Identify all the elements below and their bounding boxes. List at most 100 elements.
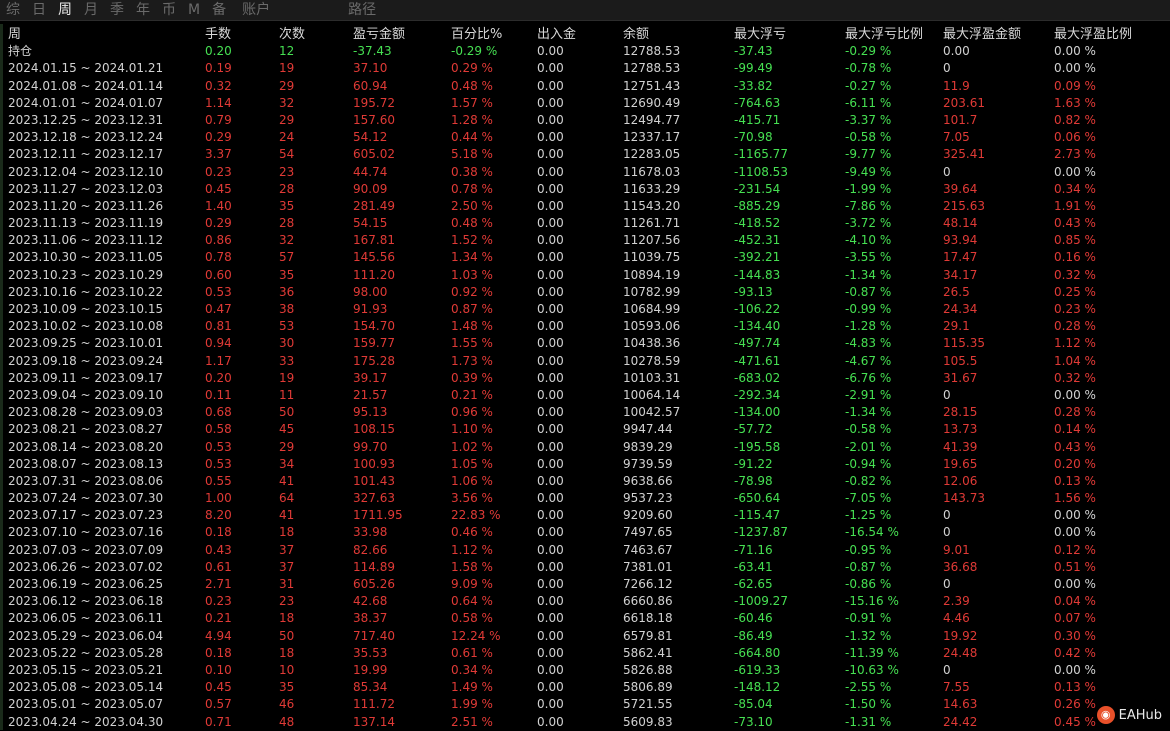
- cell-col-1: 0.19: [205, 61, 232, 76]
- cell-col-1: 0.78: [205, 250, 232, 265]
- column-header-6[interactable]: 余额: [623, 26, 649, 43]
- tab-4[interactable]: 季: [104, 0, 130, 20]
- cell-col-5: 0.00: [537, 559, 564, 574]
- column-header-5[interactable]: 出入金: [537, 26, 576, 43]
- cell-col-7: -650.64: [734, 491, 781, 506]
- cell-col-3: -37.43: [353, 44, 392, 59]
- cell-col-6: 10438.36: [623, 336, 681, 351]
- cell-col-3: 159.77: [353, 336, 395, 351]
- cell-col-7: -392.21: [734, 250, 781, 265]
- cell-col-8: -6.76 %: [845, 370, 892, 385]
- cell-col-10: 0.85 %: [1054, 233, 1096, 248]
- column-header-3[interactable]: 盈亏金额: [353, 26, 405, 43]
- tab-5[interactable]: 年: [130, 0, 156, 20]
- cell-col-2: 41: [279, 473, 295, 488]
- cell-col-7: -1108.53: [734, 164, 788, 179]
- column-header-0[interactable]: 周: [8, 26, 21, 43]
- column-header-7[interactable]: 最大浮亏: [734, 26, 786, 43]
- column-header-10[interactable]: 最大浮盈比例: [1054, 26, 1132, 43]
- tab-1[interactable]: 日: [26, 0, 52, 20]
- cell-col-5: 0.00: [537, 44, 564, 59]
- cell-col-5: 0.00: [537, 525, 564, 540]
- cell-col-3: 717.40: [353, 628, 395, 643]
- cell-col-5: 0.00: [537, 370, 564, 385]
- cell-col-4: 1.99 %: [451, 697, 493, 712]
- cell-col-0: 2023.09.18 ~ 2023.09.24: [8, 353, 164, 368]
- cell-col-2: 32: [279, 95, 295, 110]
- tab-8[interactable]: 备: [206, 0, 232, 20]
- cell-col-7: -195.58: [734, 439, 781, 454]
- cell-col-9: 31.67: [943, 370, 978, 385]
- cell-col-8: -2.91 %: [845, 387, 892, 402]
- cell-col-7: -418.52: [734, 216, 781, 231]
- tab-9[interactable]: 账户: [232, 0, 280, 20]
- cell-col-3: 111.72: [353, 697, 395, 712]
- cell-col-10: 0.28 %: [1054, 405, 1096, 420]
- cell-col-3: 33.98: [353, 525, 388, 540]
- cell-col-7: -93.13: [734, 284, 773, 299]
- cell-col-3: 145.56: [353, 250, 395, 265]
- tab-0[interactable]: 综: [0, 0, 26, 20]
- column-header-2[interactable]: 次数: [279, 26, 305, 43]
- cell-col-2: 35: [279, 680, 295, 695]
- cell-col-8: -9.49 %: [845, 164, 892, 179]
- tab-2[interactable]: 周: [52, 0, 78, 20]
- cell-col-0: 2023.07.10 ~ 2023.07.16: [8, 525, 164, 540]
- cell-col-7: -134.00: [734, 405, 781, 420]
- tab-10[interactable]: 路径: [338, 0, 386, 20]
- column-header-9[interactable]: 最大浮盈金额: [943, 26, 1021, 43]
- column-header-4[interactable]: 百分比%: [451, 26, 502, 43]
- cell-col-0: 2023.08.07 ~ 2023.08.13: [8, 456, 164, 471]
- column-header-1[interactable]: 手数: [205, 26, 231, 43]
- cell-col-6: 12494.77: [623, 112, 681, 127]
- cell-col-6: 6579.81: [623, 628, 673, 643]
- cell-col-3: 38.37: [353, 611, 388, 626]
- cell-col-8: -2.01 %: [845, 439, 892, 454]
- cell-col-0: 2023.11.27 ~ 2023.12.03: [8, 181, 164, 196]
- cell-col-2: 18: [279, 645, 295, 660]
- cell-col-2: 29: [279, 112, 295, 127]
- cell-col-1: 8.20: [205, 508, 232, 523]
- cell-col-5: 0.00: [537, 628, 564, 643]
- tab-7[interactable]: M: [182, 0, 206, 20]
- cell-col-1: 0.23: [205, 594, 232, 609]
- cell-col-6: 9739.59: [623, 456, 673, 471]
- cell-col-4: 0.44 %: [451, 130, 493, 145]
- cell-col-3: 37.10: [353, 61, 388, 76]
- cell-col-0: 2023.06.12 ~ 2023.06.18: [8, 594, 164, 609]
- cell-col-7: -231.54: [734, 181, 781, 196]
- cell-col-7: -497.74: [734, 336, 781, 351]
- cell-col-10: 0.20 %: [1054, 456, 1096, 471]
- cell-col-3: 44.74: [353, 164, 388, 179]
- cell-col-0: 2023.06.19 ~ 2023.06.25: [8, 577, 164, 591]
- cell-col-10: 0.00 %: [1054, 44, 1096, 59]
- cell-col-10: 0.32 %: [1054, 267, 1096, 282]
- cell-col-5: 0.00: [537, 267, 564, 282]
- cell-col-8: -4.67 %: [845, 353, 892, 368]
- cell-col-4: 3.56 %: [451, 491, 493, 506]
- cell-col-2: 11: [279, 387, 295, 402]
- cell-col-7: -78.98: [734, 473, 773, 488]
- cell-col-1: 0.86: [205, 233, 232, 248]
- tab-6[interactable]: 币: [156, 0, 182, 20]
- cell-col-9: 143.73: [943, 491, 985, 506]
- cell-col-4: 0.87 %: [451, 302, 493, 316]
- cell-col-9: 19.92: [943, 628, 978, 643]
- cell-col-1: 0.21: [205, 611, 232, 626]
- cell-col-0: 2023.12.11 ~ 2023.12.17: [8, 147, 164, 162]
- cell-col-7: -57.72: [734, 422, 773, 437]
- cell-col-9: 12.06: [943, 473, 978, 488]
- cell-col-0: 2023.10.02 ~ 2023.10.08: [8, 319, 164, 334]
- cell-col-8: -0.78 %: [845, 61, 892, 76]
- cell-col-6: 10684.99: [623, 302, 681, 316]
- cell-col-2: 35: [279, 267, 295, 282]
- cell-col-0: 2023.08.28 ~ 2023.09.03: [8, 405, 164, 420]
- cell-col-1: 0.10: [205, 662, 232, 677]
- tab-3[interactable]: 月: [78, 0, 104, 20]
- cell-col-0: 2023.04.24 ~ 2023.04.30: [8, 714, 164, 729]
- cell-col-1: 0.20: [205, 44, 232, 59]
- cell-col-3: 108.15: [353, 422, 395, 437]
- column-header-8[interactable]: 最大浮亏比例: [845, 26, 923, 43]
- cell-col-10: 0.12 %: [1054, 542, 1096, 557]
- cell-col-5: 0.00: [537, 302, 564, 316]
